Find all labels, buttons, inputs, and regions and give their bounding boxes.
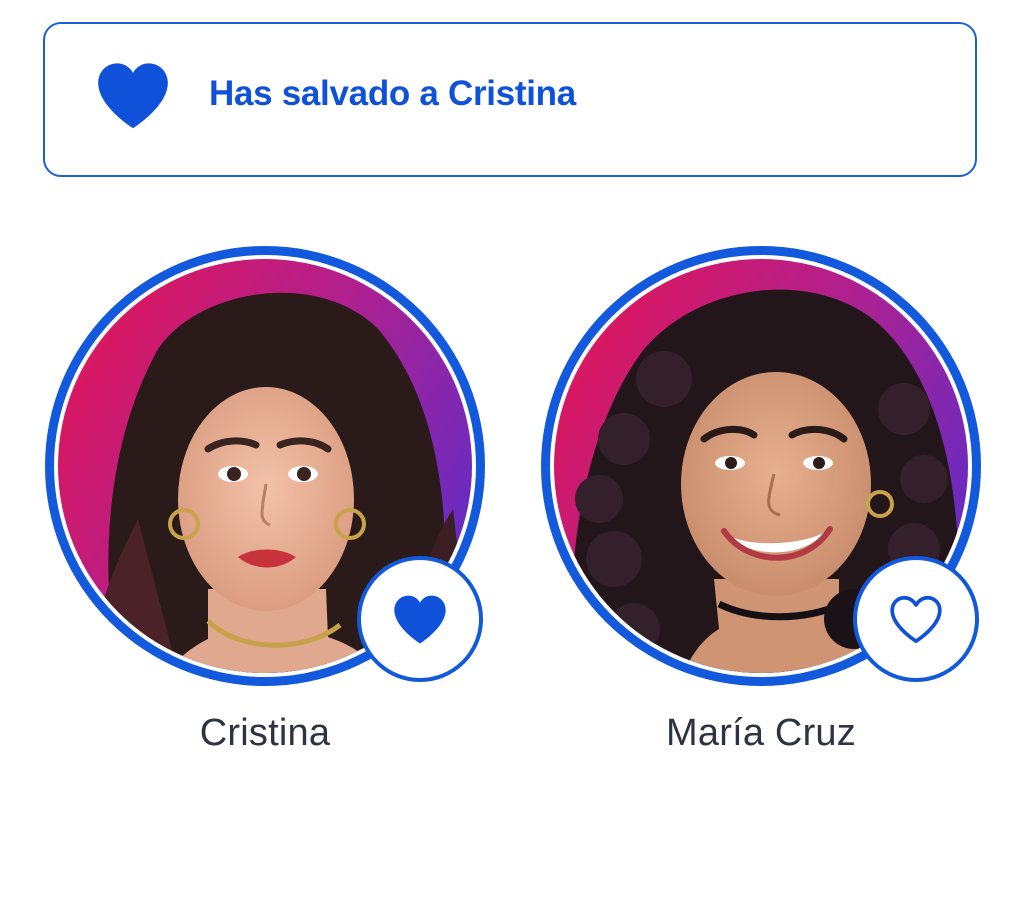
vote-button-maria-cruz[interactable] — [853, 556, 979, 682]
contestant-name: Cristina — [199, 712, 331, 754]
vote-button-cristina[interactable] — [357, 556, 483, 682]
saved-message: Has salvado a Cristina — [209, 74, 576, 113]
vote-screen: Has salvado a Cristina Cristina María Cr… — [0, 0, 1024, 912]
contestant-card-cristina: Cristina — [45, 246, 485, 766]
heart-outline-icon — [890, 595, 942, 644]
contestant-name: María Cruz — [666, 712, 856, 754]
heart-filled-icon — [394, 595, 446, 644]
heart-filled-icon — [98, 63, 168, 129]
saved-confirmation-banner: Has salvado a Cristina — [43, 22, 977, 177]
contestant-card-maria-cruz: María Cruz — [541, 246, 981, 766]
